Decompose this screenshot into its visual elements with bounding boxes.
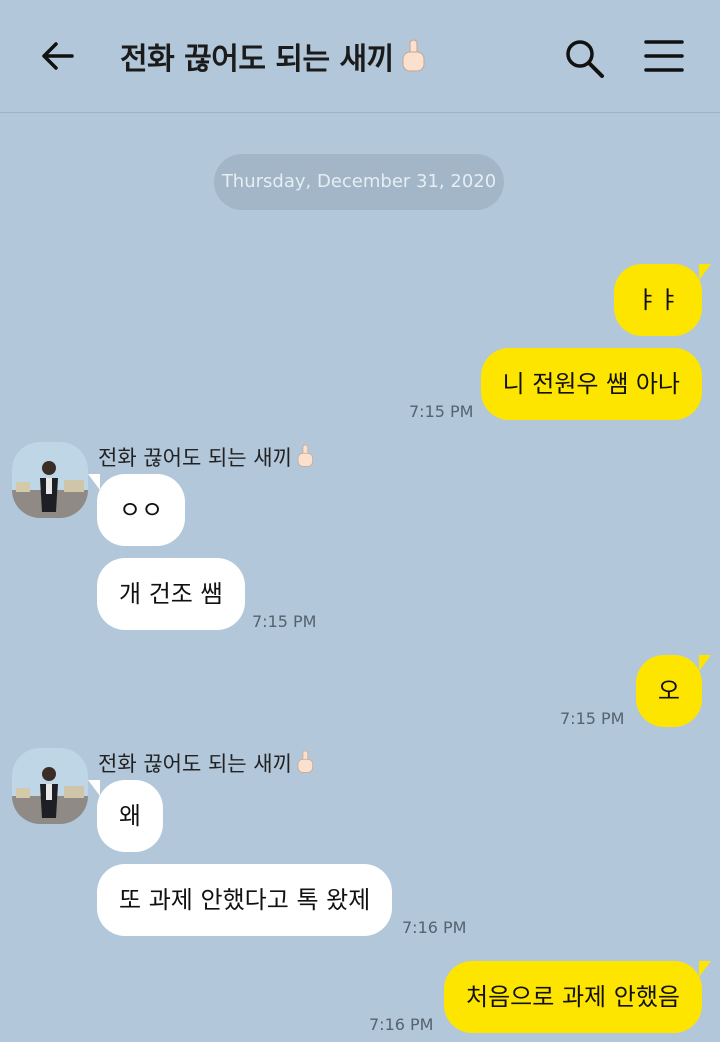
message-time: 7:15 PM <box>560 709 625 728</box>
chat-title: 전화 끊어도 되는 새끼 <box>120 34 426 78</box>
middle-finger-emoji-icon <box>297 444 313 467</box>
date-separator: Thursday, December 31, 2020 <box>214 154 504 210</box>
avatar[interactable] <box>12 748 88 824</box>
message-time: 7:15 PM <box>252 612 317 631</box>
middle-finger-emoji-icon <box>297 750 313 773</box>
profile-photo <box>12 748 88 824</box>
profile-photo <box>12 442 88 518</box>
search-icon[interactable] <box>562 36 606 80</box>
sender-name-text: 전화 끊어도 되는 새끼 <box>98 446 292 470</box>
message-time: 7:16 PM <box>369 1015 434 1034</box>
my-message-bubble[interactable]: 오 <box>635 655 712 727</box>
chat-header: 전화 끊어도 되는 새끼 <box>0 0 720 113</box>
other-message-bubble[interactable]: 개 건조 쌤 <box>97 558 245 630</box>
middle-finger-emoji-icon <box>402 39 425 72</box>
sender-name: 전화 끊어도 되는 새끼 <box>98 442 314 472</box>
message-time: 7:16 PM <box>402 918 467 937</box>
sender-name-text: 전화 끊어도 되는 새끼 <box>98 752 292 776</box>
other-message-bubble[interactable]: 또 과제 안했다고 톡 왔제 <box>97 864 393 936</box>
chat-title-text: 전화 끊어도 되는 새끼 <box>120 42 394 77</box>
avatar[interactable] <box>12 442 88 518</box>
hamburger-menu-icon[interactable] <box>644 38 684 74</box>
sender-name: 전화 끊어도 되는 새끼 <box>98 748 314 778</box>
my-message-bubble[interactable]: 니 전원우 쌤 아나 <box>480 348 702 420</box>
other-message-bubble[interactable]: ㅇㅇ <box>87 474 186 546</box>
other-message-bubble[interactable]: 왜 <box>87 780 164 852</box>
message-time: 7:15 PM <box>409 402 474 421</box>
arrow-left-icon[interactable] <box>38 36 78 76</box>
my-message-bubble[interactable]: 처음으로 과제 안했음 <box>444 961 711 1033</box>
my-message-bubble[interactable]: ㅑㅑ <box>613 264 712 336</box>
